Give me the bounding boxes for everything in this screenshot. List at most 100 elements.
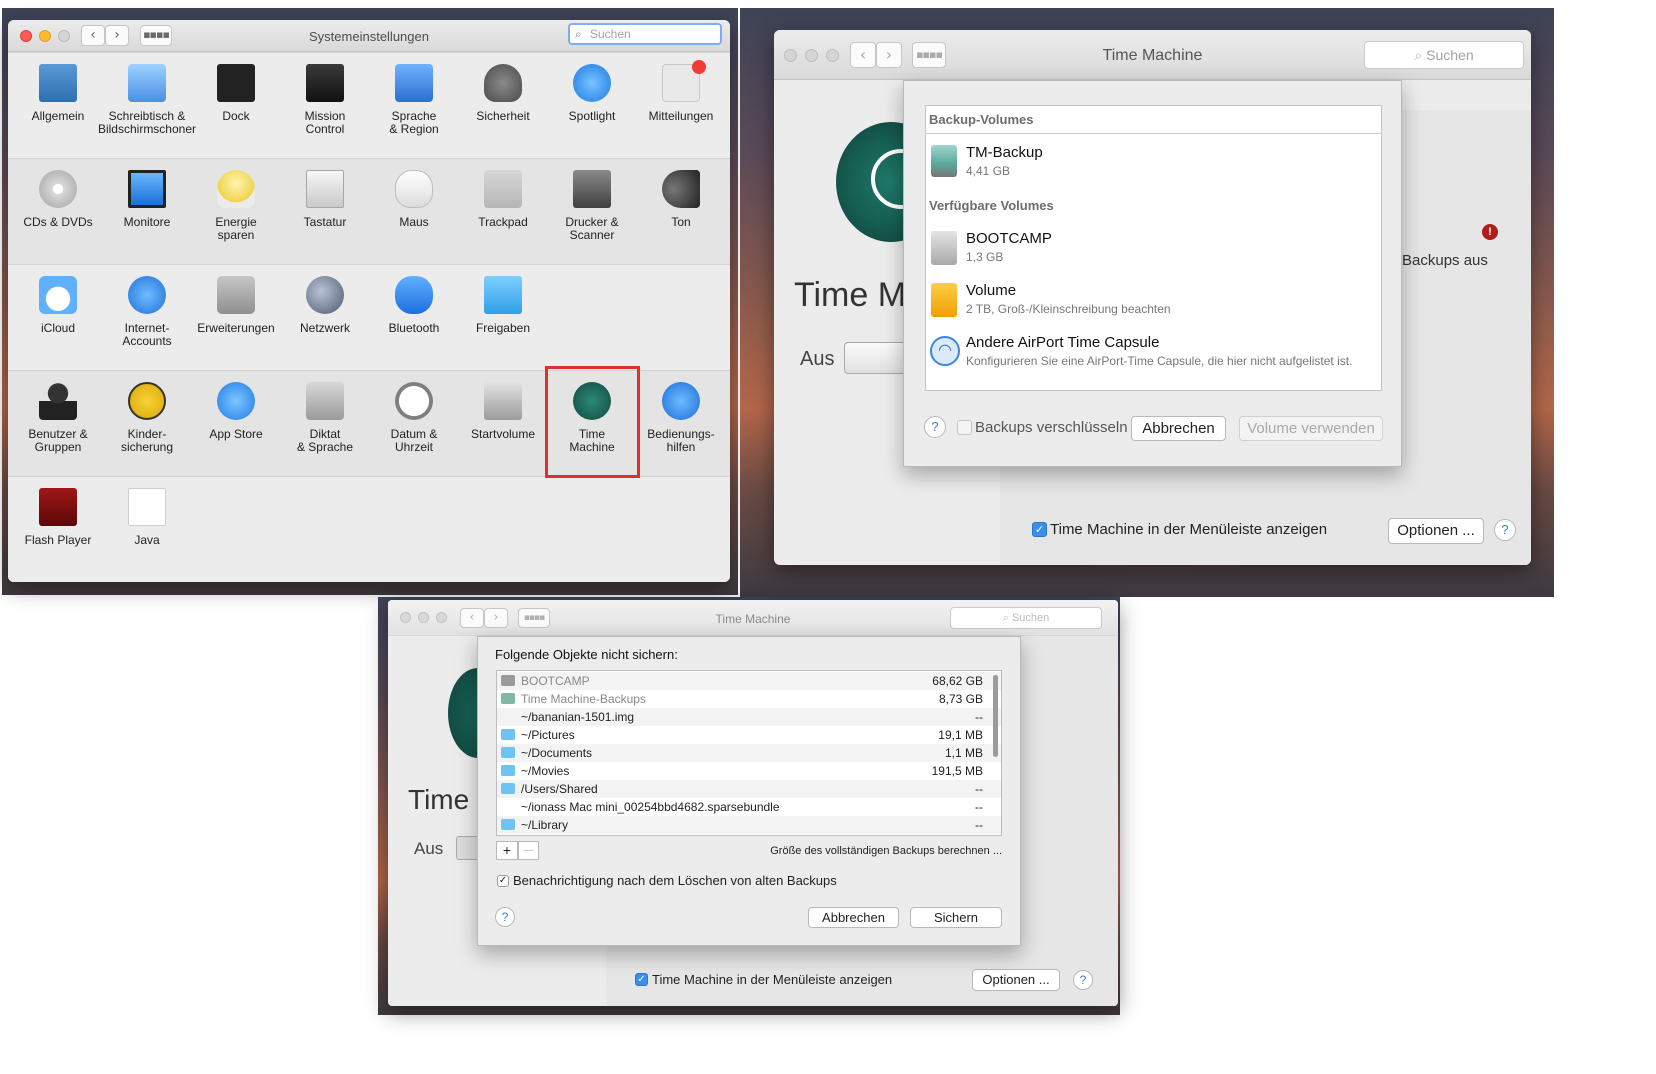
pref-pane-date-time[interactable]: Datum & Uhrzeit [369,370,459,466]
exclusion-size: -- [975,818,983,832]
pref-pane-dictation-speech[interactable]: Diktat & Sprache [280,370,370,466]
pref-pane-java[interactable]: Java [102,476,192,572]
menubar-checkbox-label: Time Machine in der Menüleiste anzeigen [1050,521,1328,538]
pref-pane-displays[interactable]: Monitore [102,158,192,254]
dictation-speech-icon [306,382,344,420]
pref-pane-sound[interactable]: Ton [636,158,726,254]
language-region-icon [395,64,433,102]
pref-pane-keyboard[interactable]: Tastatur [280,158,370,254]
pref-pane-printer-scanner[interactable]: Drucker & Scanner [547,158,637,254]
pref-pane-network[interactable]: Netzwerk [280,264,370,360]
menubar-checkbox[interactable]: ✓ [635,973,648,986]
sheet-heading: Folgende Objekte nicht sichern: [495,647,678,662]
bg-switch-label: Aus [414,839,444,858]
pref-pane-mouse[interactable]: Maus [369,158,459,254]
exclusions-sheet: Folgende Objekte nicht sichern: BOOTCAMP… [477,636,1021,946]
volume-detail: 1,3 GB [966,250,1004,264]
notify-checkbox[interactable]: ✓ [497,875,509,887]
pref-pane-security[interactable]: Sicherheit [458,52,548,148]
help-button[interactable]: ? [924,416,946,438]
flash-player-icon [39,488,77,526]
exclusion-row[interactable]: Time Machine-Backups 8,73 GB [497,690,1001,708]
exclusion-row[interactable]: BOOTCAMP 68,62 GB [497,672,1001,690]
pref-pane-accessibility[interactable]: Bedienungs- hilfen [636,370,726,466]
exclusion-name: ~/bananian-1501.img [521,710,635,724]
search-field[interactable]: ⌕ Suchen [568,23,722,45]
menubar-checkbox[interactable]: ✓ [1032,522,1047,537]
volume-name: Andere AirPort Time Capsule [966,334,1160,351]
pref-pane-extensions[interactable]: Erweiterungen [191,264,281,360]
volume-name: TM-Backup [966,144,1043,161]
pref-pane-parental-controls[interactable]: Kinder- sicherung [102,370,192,466]
search-field[interactable]: ⌕ Suchen [1364,41,1524,69]
pref-pane-flash-player[interactable]: Flash Player [13,476,103,572]
exclusion-name: BOOTCAMP [521,674,590,688]
pref-pane-sharing[interactable]: Freigaben [458,264,548,360]
pref-pane-cd-dvd[interactable]: CDs & DVDs [13,158,103,254]
pref-pane-notifications[interactable]: Mitteilungen [636,52,726,148]
icloud-icon [39,276,77,314]
search-field[interactable]: ⌕ Suchen [950,607,1102,629]
exclusion-list: BOOTCAMP 68,62 GB Time Machine-Backups 8,73… [496,670,1002,836]
time-machine-window-1: ‹ › ▪▪▪▪ Time Machine ⌕ Suchen Time Ma A… [774,30,1531,565]
volume-detail: Konfigurieren Sie eine AirPort-Time Caps… [966,354,1353,368]
titlebar: ‹ › ▪▪▪▪ Systemeinstellungen ⌕ Suchen [8,20,730,52]
search-icon: ⌕ [1002,612,1012,624]
exclusion-size: 68,62 GB [932,674,983,688]
pref-pane-dock[interactable]: Dock [191,52,281,148]
cancel-button[interactable]: Abbrechen [1131,416,1226,441]
pref-pane-startup-disk[interactable]: Startvolume [458,370,548,466]
encrypt-checkbox-label: Backups verschlüsseln [975,419,1128,436]
pane-grid: Allgemein Schreibtisch & Bildschirmschone… [8,52,730,582]
pref-pane-energy-saver[interactable]: Energie sparen [191,158,281,254]
use-volume-button[interactable]: Volume verwenden [1239,416,1383,441]
remove-item-button[interactable]: — [518,841,539,860]
exclusion-name: ~/Pictures [521,728,575,742]
cd-dvd-icon [39,170,77,208]
pref-pane-app-store[interactable]: App Store [191,370,281,466]
options-button[interactable]: Optionen ... [972,969,1060,991]
pref-pane-mission-control[interactable]: Mission Control [280,52,370,148]
exclusion-row[interactable]: ~/Library -- [497,816,1001,834]
titlebar: ‹ › ▪▪▪▪ Time Machine ⌕ Suchen [774,30,1531,80]
encrypt-checkbox[interactable] [957,420,972,435]
pref-pane-icloud[interactable]: iCloud [13,264,103,360]
volume-row-volume[interactable]: Volume 2 TB, Groß-/Kleinschreibung beach… [926,280,1381,324]
exclusion-row[interactable]: ~/Movies 191,5 MB [497,762,1001,780]
exclusion-row[interactable]: ~/Documents 1,1 MB [497,744,1001,762]
desktop-screensaver-icon [128,64,166,102]
pref-pane-bluetooth[interactable]: Bluetooth [369,264,459,360]
pref-pane-label: Bedienungs- hilfen [647,427,715,454]
pref-pane-spotlight[interactable]: Spotlight [547,52,637,148]
pref-pane-internet-accounts[interactable]: Internet- Accounts [102,264,192,360]
pref-pane-label: Mitteilungen [648,109,714,123]
help-button[interactable]: ? [1494,519,1516,541]
date-time-icon [395,382,433,420]
pref-pane-time-machine[interactable]: Time Machine [545,366,640,478]
options-button[interactable]: Optionen ... [1388,518,1484,544]
pref-pane-desktop-screensaver[interactable]: Schreibtisch & Bildschirmschoner [98,52,196,148]
pref-pane-language-region[interactable]: Sprache & Region [369,52,459,148]
exclusion-row[interactable]: /Users/Shared -- [497,780,1001,798]
calculate-backup-size-link[interactable]: Größe des vollständigen Backups berechne… [770,845,1002,857]
volume-row-airport[interactable]: ◠ Andere AirPort Time Capsule Konfigurie… [926,332,1381,376]
cancel-button[interactable]: Abbrechen [808,907,899,928]
exclusion-row[interactable]: ~/ionass Mac mini_00254bbd4682.sparsebun… [497,798,1001,816]
help-button[interactable]: ? [495,907,515,927]
folder-icon [501,765,515,776]
notification-badge [692,60,706,74]
pref-pane-trackpad[interactable]: Trackpad [458,158,548,254]
help-button[interactable]: ? [1073,970,1093,990]
pref-pane-users-groups[interactable]: Benutzer & Gruppen [13,370,103,466]
pref-pane-label: Freigaben [475,321,531,335]
volume-row-bootcamp[interactable]: BOOTCAMP 1,3 GB [926,228,1381,272]
add-item-button[interactable]: + [496,841,518,860]
volume-row-tm-backup[interactable]: TM-Backup 4,41 GB [926,142,1381,186]
pref-pane-general[interactable]: Allgemein [13,52,103,148]
exclusion-row[interactable]: ~/Pictures 19,1 MB [497,726,1001,744]
exclusion-row[interactable]: ~/bananian-1501.img -- [497,708,1001,726]
list-scrollbar[interactable] [993,675,998,757]
save-button[interactable]: Sichern [910,907,1002,928]
volume-name: BOOTCAMP [966,230,1052,247]
accessibility-icon [662,382,700,420]
